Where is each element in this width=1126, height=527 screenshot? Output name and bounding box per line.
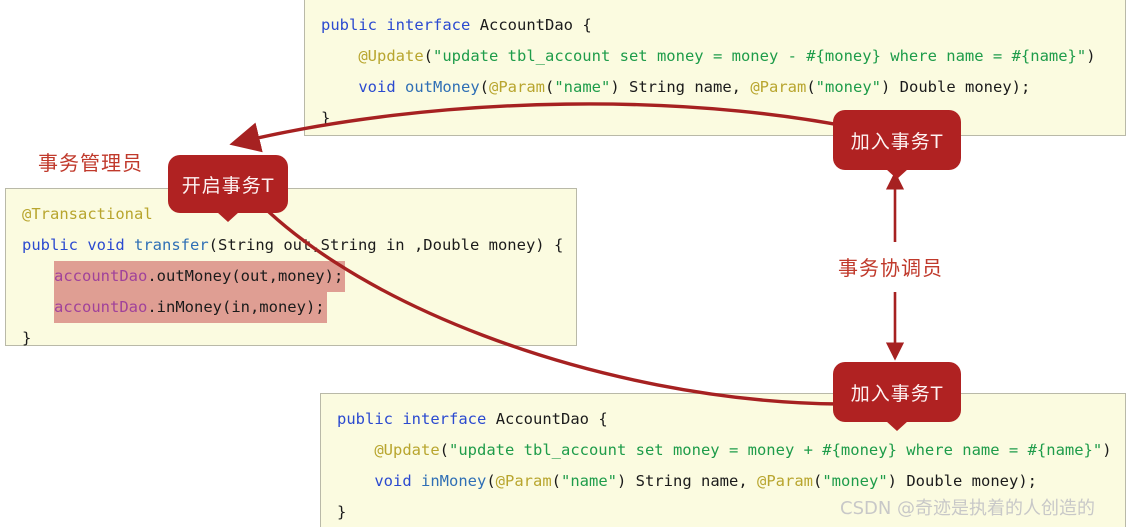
code-token: transfer — [134, 236, 209, 254]
code-token: ) Double money); — [881, 78, 1031, 96]
code-line: accountDao.inMoney(in,money); — [6, 292, 576, 323]
code-block-account-dao-out-money: public interface AccountDao { @Update("u… — [304, 0, 1126, 136]
code-token: AccountDao — [479, 16, 574, 34]
watermark: CSDN @奇迹是执着的人创造的 — [840, 498, 1096, 519]
badge-join-transaction-bottom: 加入事务T — [833, 362, 961, 431]
code-token: outMoney — [405, 78, 480, 96]
code-line: void inMoney(@Param("name") String name,… — [321, 466, 1125, 497]
code-token: accountDao — [54, 267, 148, 285]
code-token: @Transactional — [22, 205, 153, 223]
code-line: } — [305, 103, 1125, 134]
code-token: public — [321, 16, 377, 34]
code-token: ) — [1086, 47, 1096, 65]
code-token: ( — [813, 472, 823, 490]
code-token: @Param — [489, 78, 545, 96]
code-line: @Transactional — [6, 199, 576, 230]
code-line: void outMoney(@Param("name") String name… — [305, 72, 1125, 103]
code-token: .inMoney(in,money); — [147, 298, 325, 316]
code-token: "update tbl_account set money = money + … — [449, 441, 1103, 459]
code-token: accountDao — [54, 298, 148, 316]
badge-join-transaction-top: 加入事务T — [833, 110, 961, 179]
code-token: void — [87, 236, 125, 254]
code-token: .outMoney(out,money); — [147, 267, 344, 285]
code-line: } — [6, 323, 576, 354]
code-token: inMoney — [421, 472, 487, 490]
code-token: ( — [479, 78, 489, 96]
code-token: @Update — [374, 441, 440, 459]
label-transaction-coordinator: 事务协调员 — [838, 256, 943, 280]
code-body: @Transactional public void transfer(Strin… — [6, 199, 576, 354]
code-token: { — [589, 410, 608, 428]
code-token: { — [573, 16, 592, 34]
code-token: @Param — [495, 472, 552, 490]
code-token: } — [337, 503, 347, 521]
code-token: ) String name, — [610, 78, 751, 96]
code-token: ( — [486, 472, 496, 490]
code-line-highlighted: accountDao.outMoney(out,money); — [54, 261, 346, 292]
code-token: ( — [551, 472, 562, 490]
code-block-transfer-service: @Transactional public void transfer(Strin… — [5, 188, 577, 347]
badge-open-transaction: 开启事务T — [168, 155, 288, 222]
code-body: public interface AccountDao { @Update("u… — [305, 10, 1125, 134]
code-token: void — [374, 472, 412, 490]
code-line-highlighted: accountDao.inMoney(in,money); — [54, 292, 327, 323]
code-token: "update tbl_account set money = money - … — [433, 47, 1087, 65]
code-token: } — [22, 329, 32, 347]
code-line: @Update("update tbl_account set money = … — [305, 41, 1125, 72]
code-token: interface — [402, 410, 487, 428]
code-token: ( — [545, 78, 555, 96]
code-token: ) Double money); — [887, 472, 1037, 490]
code-token: AccountDao — [495, 410, 590, 428]
code-token: ( — [423, 47, 433, 65]
code-token: public — [22, 236, 78, 254]
code-line: @Update("update tbl_account set money = … — [321, 435, 1125, 466]
code-token: interface — [386, 16, 471, 34]
code-token: } — [321, 109, 331, 127]
code-line: public void transfer(String out,String i… — [6, 230, 576, 261]
code-token: "name" — [561, 472, 618, 490]
code-token: "money" — [815, 78, 881, 96]
code-token: ( — [806, 78, 816, 96]
code-line: public interface AccountDao { — [321, 404, 1125, 435]
code-token: (String out,String in ,Double money) { — [208, 236, 564, 254]
code-line: public interface AccountDao { — [305, 10, 1125, 41]
code-token: ( — [439, 441, 449, 459]
diagram-canvas: public interface AccountDao { @Update("u… — [0, 0, 1126, 527]
code-token: public — [337, 410, 393, 428]
code-line: accountDao.outMoney(out,money); — [6, 261, 576, 292]
code-token: "money" — [822, 472, 888, 490]
code-token: @Param — [757, 472, 813, 490]
code-token: ) String name, — [617, 472, 757, 490]
code-token: @Param — [750, 78, 807, 96]
code-token: void — [358, 78, 396, 96]
code-token: @Update — [358, 47, 424, 65]
label-transaction-manager: 事务管理员 — [38, 151, 143, 175]
code-token: "name" — [554, 78, 611, 96]
code-token: ) — [1102, 441, 1112, 459]
